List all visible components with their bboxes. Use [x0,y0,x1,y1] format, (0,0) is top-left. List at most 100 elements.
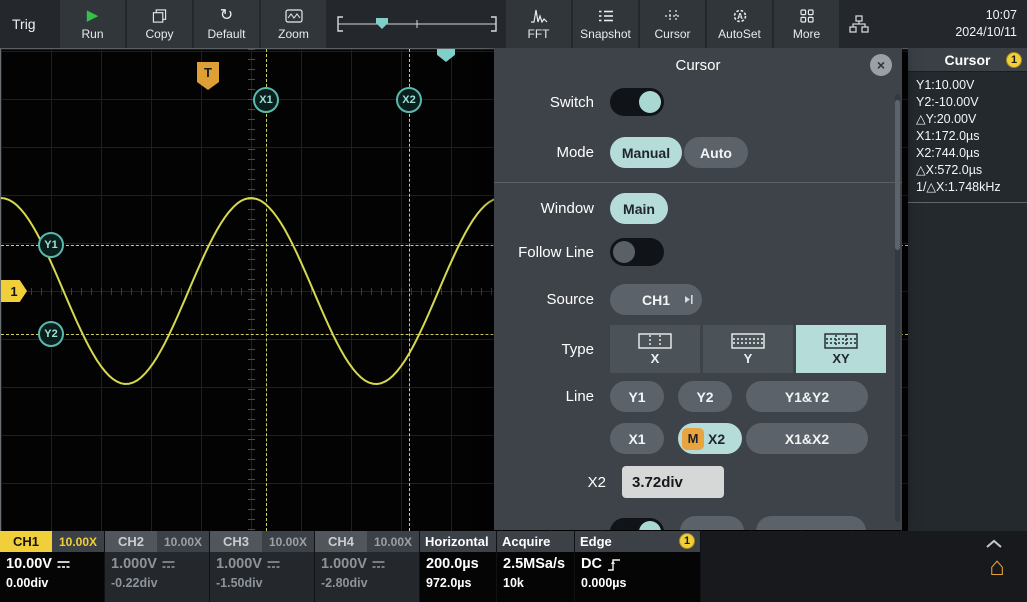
cursor-y2-handle[interactable]: Y2 [38,321,64,347]
default-label: Default [207,27,245,41]
line-label: Line [494,388,594,405]
horizontal-position-indicator[interactable] [336,13,498,35]
line-y1-button[interactable]: Y1 [610,381,664,412]
type-xy-button[interactable]: XY [796,325,886,373]
cursor-switch-toggle[interactable] [610,88,664,116]
zoom-icon [285,8,303,24]
line-x2-button[interactable]: M X2 [678,423,742,454]
type-y-label: Y [744,351,753,366]
type-y-icon [731,333,765,349]
chevron-up-icon[interactable] [985,539,1003,549]
horizontal-offset-value: 972.0µs [426,576,490,590]
rising-edge-icon [607,558,621,572]
ch3-name: CH3 [210,531,262,552]
autoset-gear-icon: A [732,8,748,24]
top-bar: Trig ▶ Run Copy ↻ Default Zoom [0,0,1027,48]
cursor-icon [664,8,682,24]
line-x2-label: X2 [708,431,725,447]
cursor-x1-handle[interactable]: X1 [253,87,279,113]
dc-coupling-icon [372,560,385,569]
autoset-button[interactable]: A AutoSet [707,0,772,48]
x2-field-label: X2 [494,474,606,491]
ch2-volts: 1.000V [111,556,157,573]
result-item: 1/△X:1.748kHz [908,179,1027,196]
copy-icon [152,8,167,24]
source-label: Source [494,291,594,308]
autoset-label: AutoSet [718,27,761,41]
line-x1-button[interactable]: X1 [610,423,664,454]
close-icon[interactable]: × [870,54,892,76]
result-item: Y1:10.00V [908,77,1027,94]
copy-button[interactable]: Copy [127,0,192,48]
run-button[interactable]: ▶ Run [60,0,125,48]
clipped-pill[interactable] [756,516,866,530]
mode-manual-button[interactable]: Manual [610,137,682,168]
ch2-status-block[interactable]: CH2 10.00X 1.000V -0.22div [105,531,209,602]
date-text: 2024/10/11 [955,24,1017,41]
ch4-name: CH4 [315,531,367,552]
toggle-knob [639,91,661,113]
timebase-value: 200.0µs [426,556,490,573]
zoom-button[interactable]: Zoom [261,0,326,48]
acquire-status-block[interactable]: Acquire 2.5MSa/s 10k [497,531,574,602]
ch1-trace [1,198,505,384]
type-x-label: X [651,351,660,366]
svg-text:A: A [737,12,743,21]
source-select[interactable]: CH1 [610,284,702,315]
ch3-status-block[interactable]: CH3 10.00X 1.000V -1.50div [210,531,314,602]
clipped-pill[interactable] [680,516,744,530]
cursor-line-x1[interactable] [266,49,267,531]
trigger-source-badge: 1 [679,533,695,549]
type-y-button[interactable]: Y [703,325,793,373]
clipped-toggle[interactable] [610,518,664,531]
fft-button[interactable]: FFT [506,0,571,48]
cursor-x2-handle[interactable]: X2 [396,87,422,113]
trigger-level-flag[interactable]: T [197,62,219,82]
result-item: △X:572.0µs [908,162,1027,179]
trig-label: Trig [12,16,36,32]
source-value: CH1 [642,292,670,308]
ch3-probe: 10.00X [262,531,314,552]
ch4-status-block[interactable]: CH4 10.00X 1.000V -2.80div [315,531,419,602]
ch4-probe: 10.00X [367,531,419,552]
trigger-status-block[interactable]: Edge 1 DC 0.000µs [575,531,700,602]
line-y1y2-button[interactable]: Y1&Y2 [746,381,868,412]
horizontal-status-block[interactable]: Horizontal 200.0µs 972.0µs [420,531,496,602]
dialog-scrollbar-thumb[interactable] [895,100,900,250]
ch1-name: CH1 [0,531,52,552]
snapshot-button[interactable]: Snapshot [573,0,638,48]
type-x-button[interactable]: X [610,325,700,373]
cursor-y1-handle[interactable]: Y1 [38,232,64,258]
cursor-results-panel: Cursor 1 Y1:10.00V Y2:-10.00V △Y:20.00V … [908,48,1027,531]
window-main-button[interactable]: Main [610,193,668,224]
cursor-button[interactable]: Cursor [640,0,705,48]
play-icon: ▶ [87,8,99,24]
ch1-probe: 10.00X [52,531,104,552]
toggle-knob [639,521,661,531]
result-item: Y2:-10.00V [908,94,1027,111]
run-label: Run [81,27,103,41]
line-x1x2-button[interactable]: X1&X2 [746,423,868,454]
mode-auto-button[interactable]: Auto [684,137,748,168]
results-channel-badge: 1 [1006,52,1022,68]
trigger-position-marker [376,18,388,29]
horizontal-title: Horizontal [425,534,489,549]
ch1-volts: 10.00V [6,556,52,573]
topology-button[interactable] [841,0,877,48]
more-button[interactable]: More [774,0,839,48]
default-button[interactable]: ↻ Default [194,0,259,48]
ch1-status-block[interactable]: CH1 10.00X 10.00V 0.00div [0,531,104,602]
ch2-probe: 10.00X [157,531,209,552]
cursor-line-x2[interactable] [409,49,410,531]
status-bar: CH1 10.00X 10.00V 0.00div CH2 10.00X 1.0… [0,531,1027,602]
home-icon[interactable]: ⌂ [989,553,1005,579]
toggle-knob [613,241,635,263]
line-y2-button[interactable]: Y2 [678,381,732,412]
results-header[interactable]: Cursor 1 [908,48,1027,72]
tree-icon [849,15,869,33]
time-text: 10:07 [986,7,1017,24]
trig-menu[interactable]: Trig [0,0,60,48]
x2-value-input[interactable]: 3.72div [622,466,724,498]
follow-line-toggle[interactable] [610,238,664,266]
window-label: Window [494,200,594,217]
